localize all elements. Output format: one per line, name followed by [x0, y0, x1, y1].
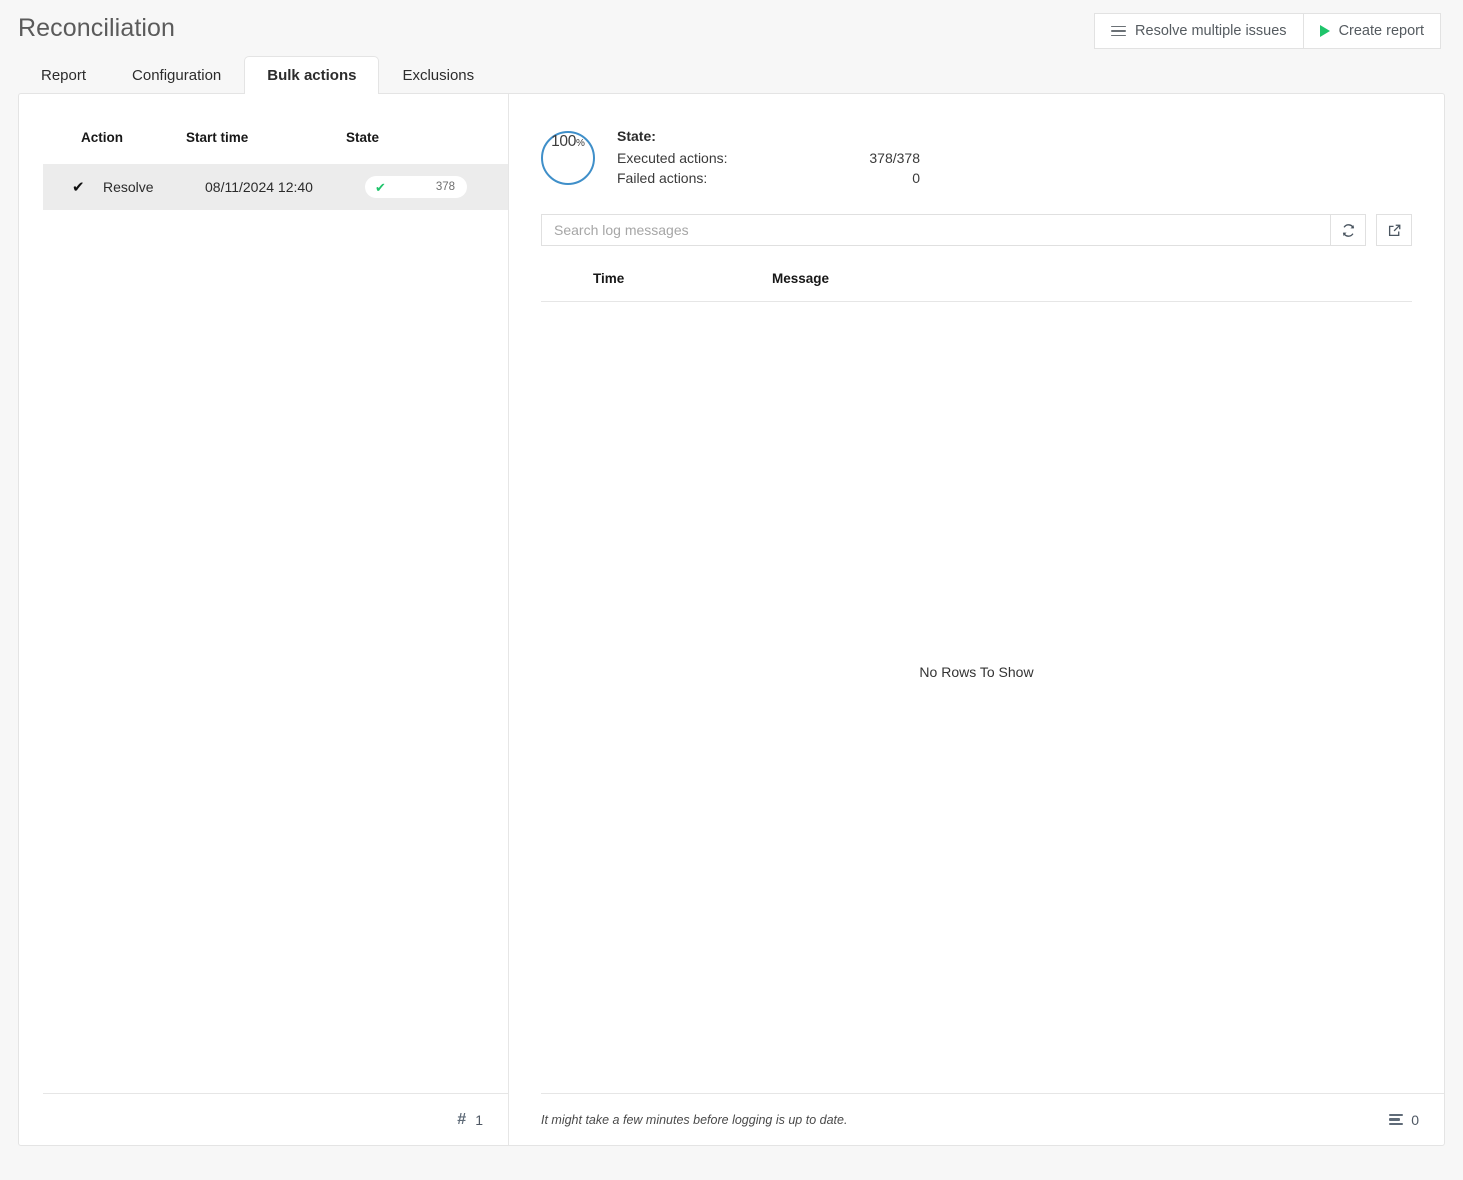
log-grid-empty-message: No Rows To Show [919, 664, 1034, 680]
column-header-message: Message [772, 271, 830, 286]
progress-unit: % [576, 138, 585, 149]
column-header-start-time: Start time [186, 129, 249, 145]
log-grid-footer: It might take a few minutes before loggi… [541, 1093, 1444, 1145]
status-badge: ✔ 378 [365, 176, 467, 198]
create-report-label: Create report [1338, 23, 1424, 39]
tab-bar: Report Configuration Bulk actions Exclus… [18, 56, 497, 95]
column-header-action: Action [81, 129, 123, 145]
panel-split: Action Start time State ✔ Resolve 08/11/… [19, 94, 1444, 1145]
search-input[interactable] [541, 214, 1330, 246]
refresh-icon [1342, 223, 1354, 237]
resolve-multiple-issues-label: Resolve multiple issues [1135, 23, 1287, 39]
state-summary: 100% State: Executed actions: 378/378 Fa… [541, 127, 920, 188]
reconciliation-page: Reconciliation Resolve multiple issues C… [0, 0, 1463, 1180]
log-footer-note: It might take a few minutes before loggi… [541, 1112, 848, 1127]
column-header-time: Time [593, 271, 625, 286]
open-external-button[interactable] [1376, 214, 1412, 246]
page-title: Reconciliation [18, 14, 176, 42]
hash-icon: # [457, 1110, 467, 1128]
state-title: State: [617, 128, 656, 144]
row-start-time-value: 08/11/2024 12:40 [205, 179, 313, 195]
page-header: Reconciliation Resolve multiple issues C… [0, 0, 1463, 58]
progress-circle: 100% [541, 131, 595, 185]
stat-failed-actions: Failed actions: 0 [617, 168, 920, 188]
stat-failed-actions-value: 0 [912, 170, 920, 186]
state-lines: State: Executed actions: 378/378 Failed … [617, 127, 920, 188]
column-header-state: State [346, 129, 380, 145]
actions-grid-footer: # 1 [43, 1093, 508, 1145]
stat-executed-actions-value: 378/378 [869, 150, 920, 166]
progress-value: 100 [551, 133, 577, 150]
actions-row-count: 1 [475, 1111, 483, 1128]
actions-grid-header: Action Start time State [19, 118, 508, 156]
tab-bulk-actions[interactable]: Bulk actions [244, 56, 380, 95]
row-action-value: Resolve [103, 179, 154, 195]
stat-executed-actions-label: Executed actions: [617, 150, 728, 166]
play-icon [1319, 25, 1330, 37]
log-row-count: 0 [1411, 1111, 1419, 1128]
log-row-count-group: 0 [1389, 1112, 1419, 1128]
table-row[interactable]: ✔ Resolve 08/11/2024 12:40 ✔ 378 [43, 164, 508, 210]
resolve-multiple-issues-button[interactable]: Resolve multiple issues [1094, 13, 1304, 49]
row-check-icon: ✔ [72, 178, 85, 196]
create-report-button[interactable]: Create report [1303, 13, 1441, 49]
tab-exclusions[interactable]: Exclusions [379, 56, 497, 94]
check-icon: ✔ [375, 179, 386, 195]
external-link-icon [1388, 224, 1400, 236]
actions-list-pane: Action Start time State ✔ Resolve 08/11/… [19, 94, 509, 1145]
rows-icon [1389, 1113, 1404, 1126]
status-badge-count: 378 [435, 181, 455, 193]
header-action-group: Resolve multiple issues Create report [1094, 13, 1441, 49]
bulk-actions-panel: Action Start time State ✔ Resolve 08/11/… [18, 93, 1445, 1146]
log-toolbar [541, 214, 1412, 246]
log-grid-header: Time Message [541, 262, 1412, 302]
tab-configuration[interactable]: Configuration [109, 56, 244, 94]
stat-executed-actions: Executed actions: 378/378 [617, 148, 920, 168]
action-detail-pane: 100% State: Executed actions: 378/378 Fa… [509, 94, 1444, 1145]
refresh-button[interactable] [1330, 214, 1366, 246]
stat-failed-actions-label: Failed actions: [617, 170, 708, 186]
hamburger-icon [1111, 25, 1127, 37]
tab-report[interactable]: Report [18, 56, 109, 94]
